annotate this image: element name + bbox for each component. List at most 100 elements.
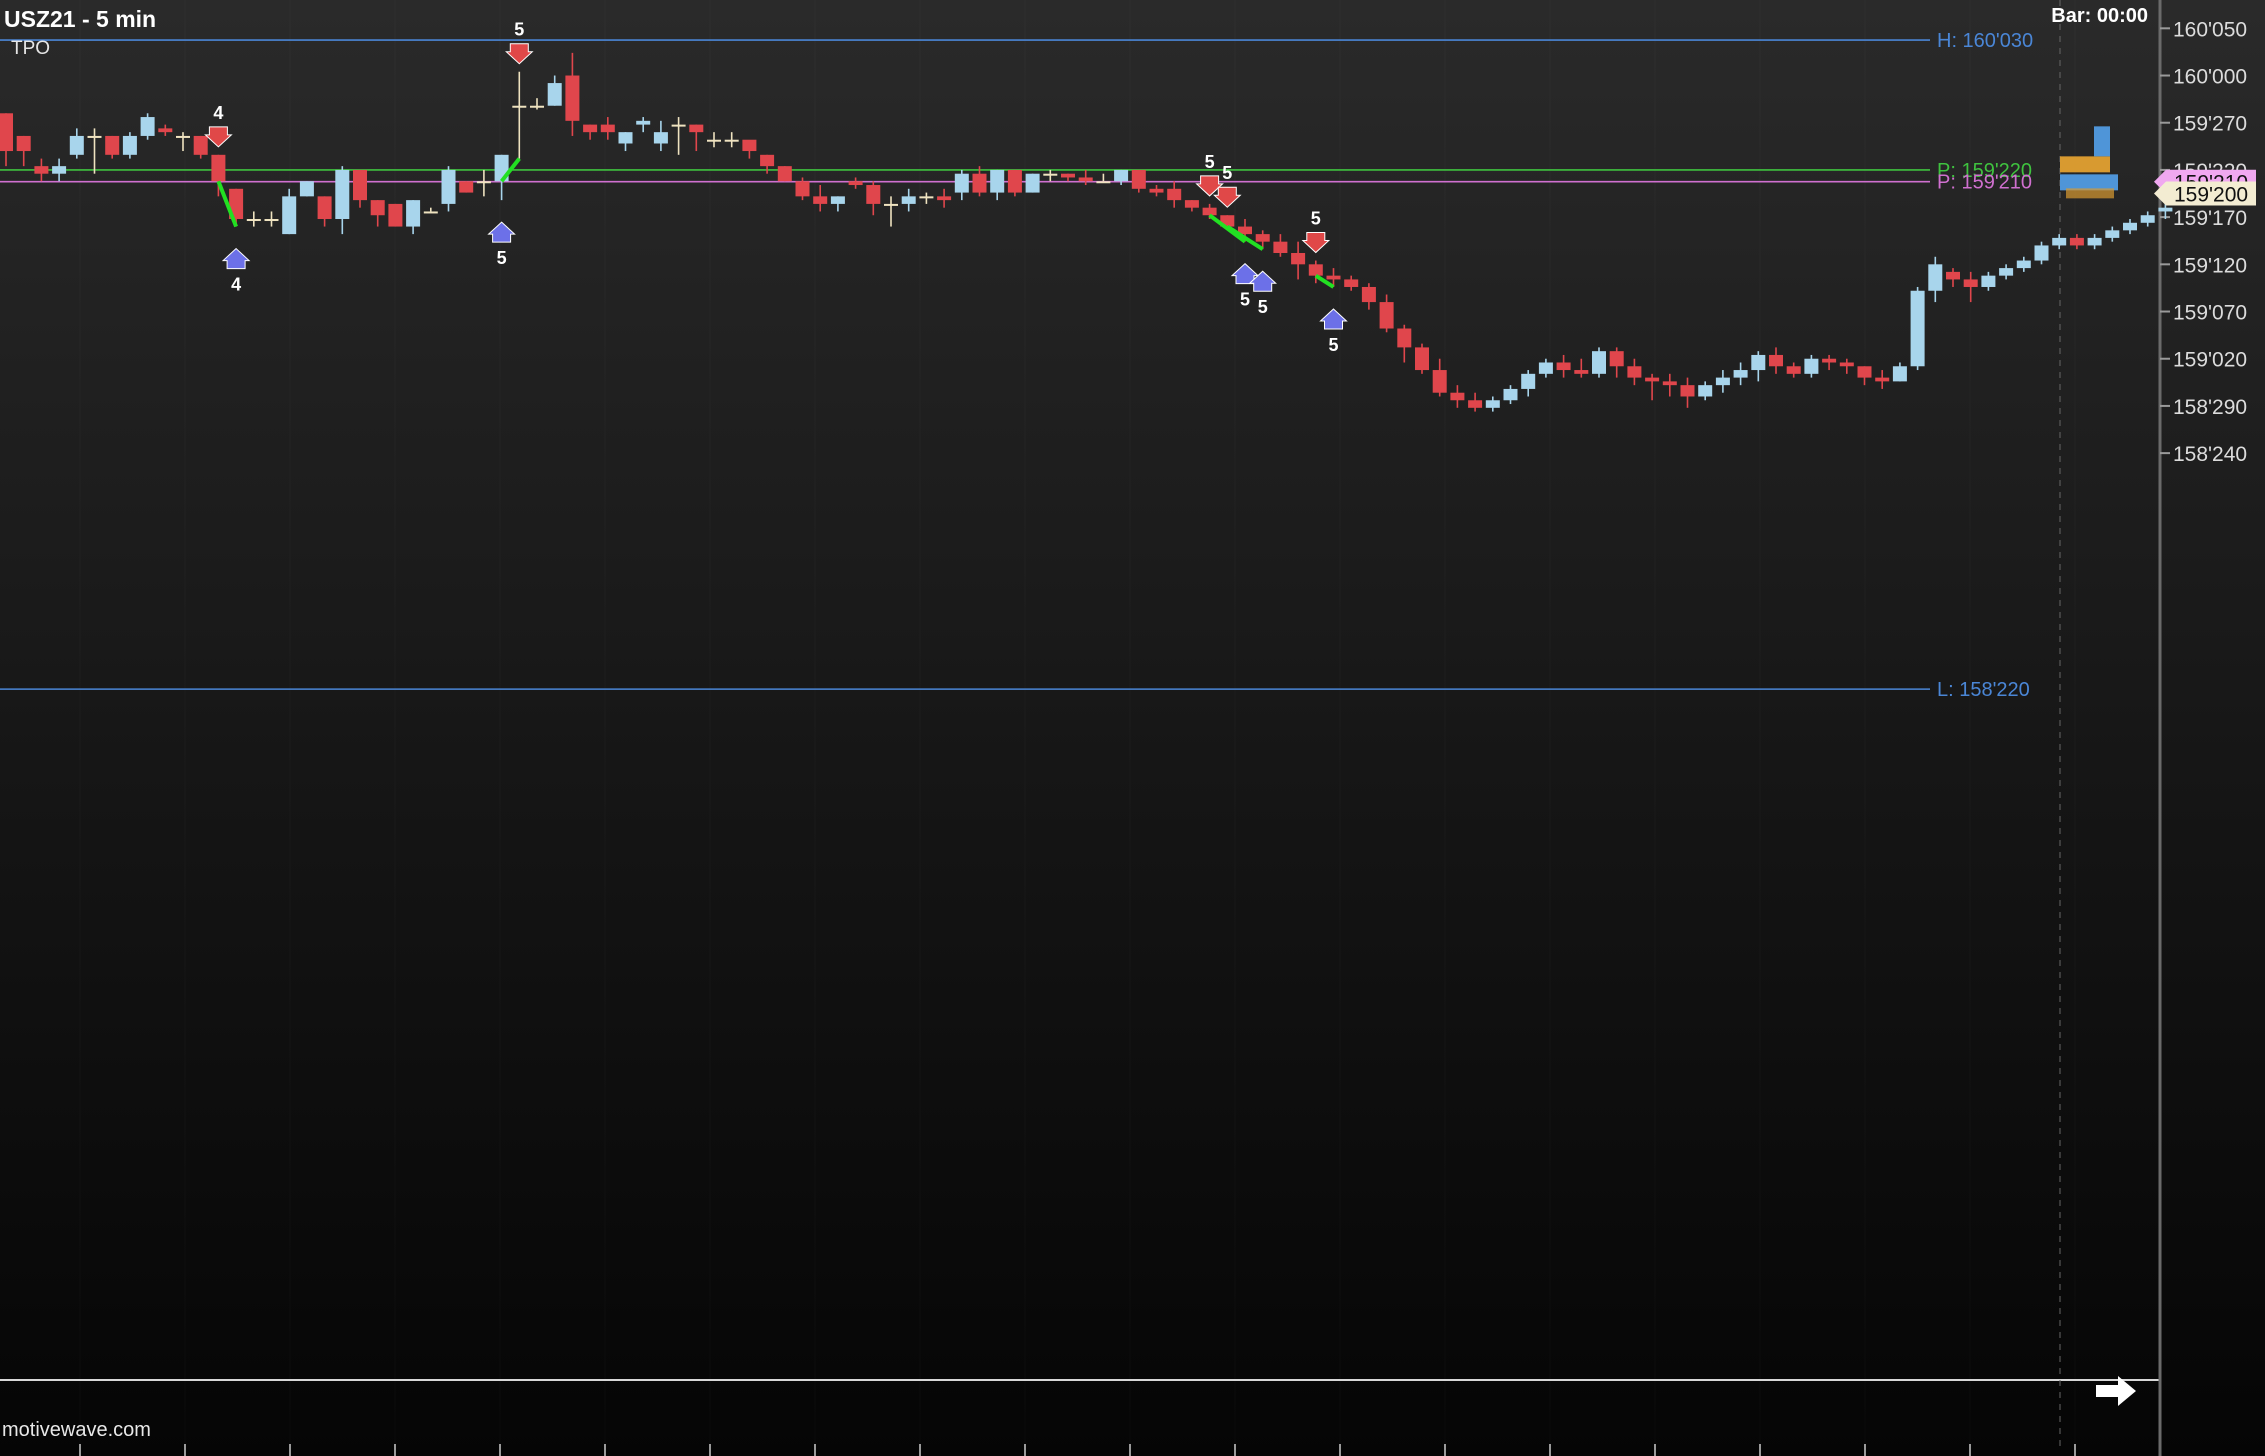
candle-body[interactable] (707, 139, 721, 142)
candle-body[interactable] (1910, 290, 1925, 367)
candle-body[interactable] (2052, 237, 2067, 246)
candle-body[interactable] (1804, 358, 1819, 374)
candle-body[interactable] (1698, 385, 1713, 397)
candle-body[interactable] (105, 135, 120, 155)
candle-body[interactable] (1308, 264, 1323, 276)
candle-body[interactable] (954, 173, 969, 193)
candle-body[interactable] (69, 135, 84, 155)
candle-body[interactable] (2016, 260, 2031, 269)
candle-body[interactable] (2069, 237, 2084, 246)
candle-body[interactable] (246, 219, 261, 222)
candle-body[interactable] (972, 173, 987, 193)
candle-body[interactable] (1326, 275, 1341, 280)
candle-body[interactable] (565, 75, 580, 121)
candle-body[interactable] (423, 211, 438, 214)
candle-body[interactable] (1397, 328, 1412, 348)
candle-body[interactable] (618, 132, 633, 144)
candle-body[interactable] (724, 139, 739, 142)
candle-body[interactable] (140, 117, 155, 136)
candle-body[interactable] (600, 124, 615, 133)
candle-body[interactable] (1963, 279, 1978, 287)
candle-body[interactable] (795, 181, 810, 197)
candle-body[interactable] (353, 169, 367, 201)
candle-body[interactable] (1149, 188, 1164, 193)
candle-body[interactable] (547, 83, 562, 106)
candle-body[interactable] (1344, 279, 1359, 287)
candle-body[interactable] (760, 154, 775, 167)
candle-body[interactable] (1822, 358, 1837, 363)
candle-body[interactable] (52, 166, 67, 174)
candle-body[interactable] (1981, 275, 1996, 287)
candle-body[interactable] (1627, 366, 1642, 378)
candle-body[interactable] (34, 166, 49, 174)
candle-body[interactable] (1131, 169, 1146, 189)
candle-body[interactable] (2105, 230, 2120, 238)
candle-body[interactable] (1202, 207, 1217, 216)
candle-body[interactable] (1592, 351, 1606, 374)
candle-body[interactable] (2034, 245, 2049, 261)
candle-body[interactable] (176, 135, 190, 138)
candle-body[interactable] (671, 124, 686, 127)
candle-body[interactable] (1769, 354, 1783, 367)
candle-body[interactable] (476, 181, 491, 184)
candle-body[interactable] (1609, 351, 1624, 367)
candle-body[interactable] (335, 169, 350, 220)
candle-body[interactable] (777, 166, 792, 182)
candle-body[interactable] (830, 196, 845, 204)
candle-body[interactable] (1432, 370, 1447, 393)
candle-body[interactable] (1096, 181, 1111, 184)
candle-body[interactable] (813, 196, 828, 204)
candle-body[interactable] (884, 203, 898, 206)
candle-body[interactable] (388, 203, 403, 227)
candle-body[interactable] (653, 132, 668, 144)
candle-body[interactable] (1892, 366, 1907, 382)
candle-body[interactable] (1680, 385, 1695, 397)
candle-body[interactable] (1521, 373, 1536, 389)
candle-body[interactable] (299, 181, 314, 197)
candle-body[interactable] (1786, 366, 1801, 374)
candle-body[interactable] (1114, 169, 1129, 182)
candle-body[interactable] (1255, 234, 1270, 242)
candle-body[interactable] (583, 124, 598, 133)
price-chart[interactable]: 160'050160'000159'270159'220159'170159'1… (0, 0, 2265, 1456)
candle-body[interactable] (441, 169, 456, 204)
candle-body[interactable] (264, 219, 279, 222)
candle-body[interactable] (370, 200, 385, 216)
candle-body[interactable] (1025, 173, 1040, 193)
candle-body[interactable] (901, 196, 916, 204)
candle-body[interactable] (1078, 177, 1093, 182)
candle-body[interactable] (848, 181, 863, 186)
candle-body[interactable] (1662, 381, 1677, 386)
candle-body[interactable] (459, 181, 474, 193)
candle-body[interactable] (866, 185, 881, 204)
candle-body[interactable] (158, 128, 173, 133)
candle-body[interactable] (1291, 252, 1306, 265)
candle-body[interactable] (1751, 354, 1766, 371)
candle-body[interactable] (1273, 241, 1288, 253)
candle-body[interactable] (1538, 362, 1553, 374)
candle-body[interactable] (1946, 271, 1960, 280)
candle-body[interactable] (2158, 207, 2173, 212)
candle-body[interactable] (1733, 370, 1748, 378)
candle-body[interactable] (282, 196, 297, 235)
chart-title[interactable]: USZ21 - 5 min (4, 6, 156, 33)
candle-body[interactable] (1361, 286, 1376, 303)
candle-body[interactable] (2140, 215, 2155, 223)
candle-body[interactable] (0, 113, 13, 152)
candle-body[interactable] (689, 124, 704, 133)
candle-body[interactable] (1556, 362, 1571, 371)
candle-body[interactable] (1167, 188, 1182, 201)
candle-body[interactable] (1485, 400, 1500, 408)
candle-body[interactable] (1875, 377, 1890, 382)
candle-body[interactable] (530, 105, 544, 108)
candle-body[interactable] (1999, 268, 2014, 276)
candle-body[interactable] (317, 196, 332, 220)
candle-body[interactable] (122, 135, 137, 155)
candle-body[interactable] (16, 135, 31, 152)
candle-body[interactable] (1928, 264, 1943, 291)
candle-body[interactable] (1007, 169, 1022, 193)
candle-body[interactable] (1574, 370, 1589, 374)
candle-body[interactable] (1061, 173, 1075, 178)
candle-body[interactable] (512, 105, 527, 108)
candle-body[interactable] (2123, 222, 2137, 231)
